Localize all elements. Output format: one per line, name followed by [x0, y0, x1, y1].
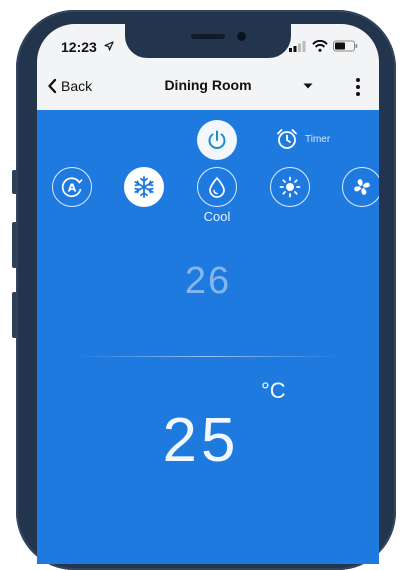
page-title: Dining Room — [164, 77, 252, 93]
current-temperature: 25 — [162, 406, 240, 475]
chevron-down-icon[interactable] — [303, 83, 313, 89]
set-temperature[interactable]: 26 — [37, 260, 379, 303]
location-arrow-icon — [104, 41, 114, 51]
signal-icon — [289, 41, 306, 52]
mode-auto-button[interactable]: A — [52, 167, 92, 207]
phone-screen: 12:23 Back Dining Room Timer A Cool 26 °… — [37, 24, 379, 564]
auto-mode-icon: A — [61, 177, 83, 198]
more-options-icon[interactable] — [355, 77, 361, 97]
mode-fan-button[interactable] — [342, 167, 379, 207]
droplet-icon — [209, 176, 225, 198]
wifi-icon — [312, 40, 328, 52]
status-time: 12:23 — [61, 39, 97, 55]
alarm-clock-icon — [277, 129, 297, 149]
snowflake-icon — [134, 176, 154, 198]
mode-snowflake-button[interactable] — [124, 167, 164, 207]
status-icons — [289, 40, 358, 52]
navigation-bar: Back Dining Room — [37, 64, 379, 111]
power-icon — [208, 130, 226, 149]
speaker-grille — [191, 34, 225, 39]
sun-icon — [279, 176, 301, 198]
temperature-unit: °C — [261, 378, 286, 403]
fan-icon — [354, 179, 370, 195]
ac-control-panel: Timer A Cool 26 °C 25 — [37, 110, 379, 564]
phone-side-button — [12, 292, 17, 338]
battery-icon — [333, 40, 358, 52]
timer-label: Timer — [305, 133, 331, 145]
divider — [77, 356, 339, 357]
mode-heat-button[interactable] — [270, 167, 310, 207]
room-selector[interactable]: Dining Room — [157, 77, 307, 97]
mode-dry-button[interactable] — [197, 167, 237, 207]
selected-mode-label: Cool — [203, 209, 231, 224]
phone-side-button — [12, 170, 17, 194]
power-button[interactable] — [197, 120, 237, 160]
svg-text:A: A — [68, 182, 77, 195]
timer-button[interactable]: Timer — [275, 126, 330, 152]
phone-notch — [125, 24, 291, 58]
phone-side-button — [12, 222, 17, 268]
front-camera — [237, 32, 246, 41]
